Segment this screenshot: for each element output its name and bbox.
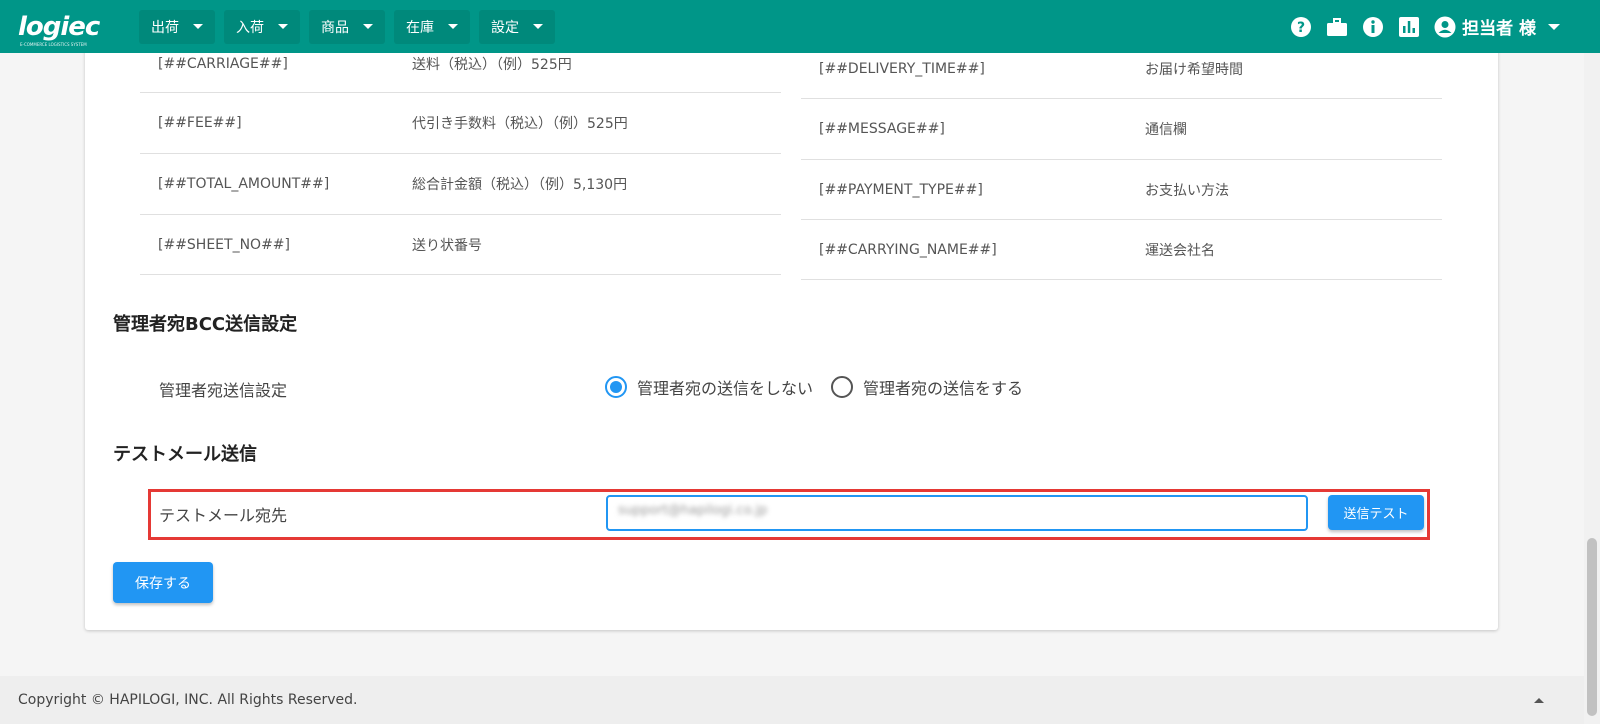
- chevron-down-icon: [448, 24, 458, 29]
- radio-unchecked-icon[interactable]: [831, 376, 854, 398]
- scroll-top-icon[interactable]: [1534, 698, 1544, 703]
- send-test-button[interactable]: 送信テスト: [1328, 495, 1424, 530]
- nav-inventory[interactable]: 在庫: [394, 9, 470, 44]
- info-icon[interactable]: [1362, 16, 1384, 38]
- table-row: [##PAYMENT_TYPE##] お支払い方法: [801, 160, 1442, 220]
- table-row: [##TOTAL_AMOUNT##] 総合計金額（税込）（例）5,130円: [140, 154, 781, 215]
- chevron-down-icon: [193, 24, 203, 29]
- test-mail-field-label: テストメール宛先: [159, 506, 288, 525]
- help-icon[interactable]: ?: [1290, 16, 1312, 38]
- placeholder-desc: 総合計金額（税込）（例）5,130円: [412, 177, 628, 193]
- table-row: [##MESSAGE##] 通信欄: [801, 99, 1442, 160]
- radio-option-send[interactable]: 管理者宛の送信をする: [831, 375, 1023, 399]
- briefcase-icon[interactable]: [1326, 16, 1348, 38]
- placeholder-desc: 通信欄: [1145, 122, 1187, 138]
- logo-text: logiec: [18, 11, 100, 42]
- copyright-text: Copyright © HAPILOGI, INC. All Rights Re…: [18, 692, 358, 708]
- nav-products[interactable]: 商品: [309, 9, 385, 44]
- scrollbar-thumb[interactable]: [1587, 538, 1597, 716]
- svg-text:?: ?: [1297, 20, 1305, 36]
- chevron-down-icon: [278, 24, 288, 29]
- placeholder-key: [##PAYMENT_TYPE##]: [819, 181, 983, 198]
- bcc-section-title: 管理者宛BCC送信設定: [113, 314, 298, 335]
- placeholder-desc: 運送会社名: [1145, 242, 1215, 259]
- logo[interactable]: logiec E-COMMERCE LOGISTICS SYSTEM: [18, 11, 114, 47]
- top-bar: logiec E-COMMERCE LOGISTICS SYSTEM 出荷 入荷…: [0, 0, 1600, 53]
- save-button[interactable]: 保存する: [113, 562, 213, 603]
- chart-icon[interactable]: [1398, 16, 1420, 38]
- placeholder-desc: 送り状番号: [412, 237, 482, 254]
- main-nav: 出荷 入荷 商品 在庫 設定: [139, 9, 564, 44]
- radio-label: 管理者宛の送信をしない: [637, 379, 814, 398]
- placeholder-key: [##FEE##]: [158, 115, 242, 131]
- radio-label: 管理者宛の送信をする: [863, 379, 1024, 398]
- placeholder-desc: お支払い方法: [1145, 182, 1229, 199]
- test-mail-section-title: テストメール送信: [113, 444, 257, 465]
- placeholder-desc: 代引き手数料（税込）（例）525円: [412, 116, 628, 132]
- footer: Copyright © HAPILOGI, INC. All Rights Re…: [0, 676, 1584, 724]
- account-icon[interactable]: [1434, 16, 1456, 38]
- bcc-field-label: 管理者宛送信設定: [159, 381, 288, 400]
- nav-label: 設定: [491, 19, 519, 36]
- nav-settings[interactable]: 設定: [479, 9, 555, 44]
- placeholder-key: [##MESSAGE##]: [819, 121, 945, 137]
- nav-receiving[interactable]: 入荷: [224, 9, 300, 44]
- radio-option-no-send[interactable]: 管理者宛の送信をしない: [605, 375, 813, 399]
- table-row: [##CARRYING_NAME##] 運送会社名: [801, 220, 1442, 280]
- placeholder-key: [##TOTAL_AMOUNT##]: [158, 176, 330, 192]
- placeholder-table-right: [##DELIVERY_TIME##] お届け希望時間 [##MESSAGE##…: [801, 40, 1442, 280]
- chevron-down-icon: [533, 24, 543, 29]
- placeholder-desc: お届け希望時間: [1145, 62, 1243, 78]
- placeholder-key: [##DELIVERY_TIME##]: [819, 61, 985, 77]
- nav-shipping[interactable]: 出荷: [139, 9, 215, 44]
- logo-tagline: E-COMMERCE LOGISTICS SYSTEM: [20, 41, 87, 47]
- placeholder-table-left: [##CARRIAGE##] 送料（税込）（例）525円 [##FEE##] 代…: [140, 35, 781, 275]
- header-actions: ? 担当者 様: [1276, 0, 1560, 53]
- nav-label: 入荷: [236, 19, 264, 36]
- nav-label: 商品: [321, 19, 349, 36]
- chevron-down-icon: [363, 24, 373, 29]
- radio-checked-icon[interactable]: [605, 376, 627, 398]
- nav-label: 出荷: [151, 19, 179, 36]
- nav-label: 在庫: [406, 19, 434, 36]
- chevron-down-icon[interactable]: [1548, 23, 1560, 30]
- test-mail-email-input[interactable]: [606, 495, 1308, 531]
- user-menu-label[interactable]: 担当者 様: [1462, 14, 1536, 39]
- table-row: [##FEE##] 代引き手数料（税込）（例）525円: [140, 93, 781, 154]
- placeholder-desc: 送料（税込）（例）525円: [412, 56, 572, 73]
- placeholder-key: [##CARRIAGE##]: [158, 55, 288, 72]
- table-row: [##SHEET_NO##] 送り状番号: [140, 215, 781, 275]
- placeholder-key: [##CARRYING_NAME##]: [819, 241, 997, 258]
- placeholder-key: [##SHEET_NO##]: [158, 236, 290, 253]
- bcc-radio-group: 管理者宛の送信をしない 管理者宛の送信をする: [605, 375, 1041, 399]
- scrollbar[interactable]: [1584, 53, 1600, 724]
